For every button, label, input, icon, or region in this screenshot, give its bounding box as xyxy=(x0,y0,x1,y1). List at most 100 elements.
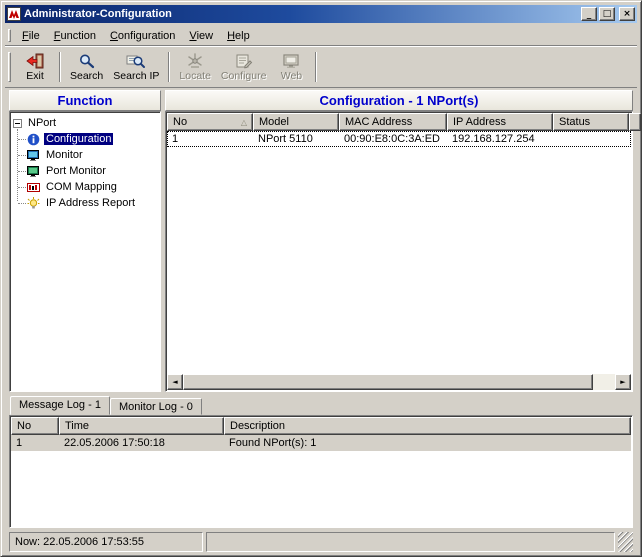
search-ip-button[interactable]: Search IP xyxy=(108,49,164,86)
search-ip-label: Search IP xyxy=(113,70,159,82)
log-tabs: Message Log - 1 Monitor Log - 0 xyxy=(9,396,633,415)
exit-button[interactable]: Exit xyxy=(15,49,55,86)
locate-icon xyxy=(185,53,205,69)
log-description: Found NPort(s): 1 xyxy=(224,436,631,450)
toolbar-grip[interactable] xyxy=(8,52,11,82)
web-button: Web xyxy=(271,49,311,86)
main-row: Function NPort xyxy=(9,90,633,392)
device-row[interactable]: 1 NPort 5110 00:90:E8:0C:3A:ED 192.168.1… xyxy=(167,131,631,147)
configuration-info-icon xyxy=(27,133,40,146)
tree-label-configuration: Configuration xyxy=(44,133,113,145)
tree-item-configuration[interactable]: Configuration xyxy=(27,131,158,147)
monitor-icon xyxy=(27,149,40,162)
configuration-panel-title: Configuration - 1 NPort(s) xyxy=(320,93,479,108)
scrollbar-track[interactable] xyxy=(593,374,615,390)
tab-monitor-log[interactable]: Monitor Log - 0 xyxy=(110,398,202,415)
device-ip-address: 192.168.127.254 xyxy=(447,132,553,146)
toolbar-separator xyxy=(315,52,317,82)
function-panel: Function NPort xyxy=(9,90,161,392)
scroll-right-button[interactable]: ► xyxy=(615,374,631,390)
window-title: Administrator-Configuration xyxy=(24,8,581,20)
device-mac-address: 00:90:E8:0C:3A:ED xyxy=(339,132,447,146)
configure-icon xyxy=(234,53,254,69)
locate-button: Locate xyxy=(174,49,216,86)
column-header-no[interactable]: No △ xyxy=(167,113,253,131)
function-panel-header: Function xyxy=(9,90,161,111)
status-bar: Now: 22.05.2006 17:53:55 xyxy=(9,532,633,552)
tree-collapse-icon[interactable] xyxy=(13,119,22,128)
log-column-header-time[interactable]: Time xyxy=(59,417,224,435)
column-header-model[interactable]: Model xyxy=(253,113,339,131)
app-window: Administrator-Configuration _ □ × File F… xyxy=(0,0,642,557)
column-header-status[interactable]: Status xyxy=(553,113,629,131)
window-controls: _ □ × xyxy=(581,7,635,21)
tree-item-com-mapping[interactable]: COM Mapping xyxy=(27,179,158,195)
log-column-header-description[interactable]: Description xyxy=(224,417,631,435)
tree-item-port-monitor[interactable]: Port Monitor xyxy=(27,163,158,179)
tree-label-ip-address-report: IP Address Report xyxy=(44,197,137,209)
tree-children: Configuration Monito xyxy=(13,131,158,211)
tree-label-port-monitor: Port Monitor xyxy=(44,165,108,177)
column-header-mac-address[interactable]: MAC Address xyxy=(339,113,447,131)
menu-view[interactable]: View xyxy=(182,28,220,44)
column-ip-label: IP Address xyxy=(453,116,506,128)
log-panel: Message Log - 1 Monitor Log - 0 No Time … xyxy=(9,396,633,528)
toolbar: Exit Search Search xyxy=(5,46,637,88)
log-time: 22.05.2006 17:50:18 xyxy=(59,436,224,450)
device-table-header: No △ Model MAC Address IP Address xyxy=(167,113,631,131)
tree-label-monitor: Monitor xyxy=(44,149,85,161)
column-status-label: Status xyxy=(559,116,590,128)
tree-item-ip-address-report[interactable]: IP Address Report xyxy=(27,195,158,211)
menu-configuration[interactable]: Configuration xyxy=(103,28,182,44)
tab-message-log[interactable]: Message Log - 1 xyxy=(10,396,110,415)
exit-icon xyxy=(25,53,45,69)
search-ip-icon xyxy=(126,53,146,69)
resize-grip[interactable] xyxy=(618,532,633,552)
search-icon xyxy=(77,53,97,69)
log-no: 1 xyxy=(11,436,59,450)
menubar: File Function Configuration View Help xyxy=(5,26,637,46)
horizontal-scrollbar[interactable]: ◄ ► xyxy=(167,374,631,390)
function-tree: NPort Configuration xyxy=(9,111,161,392)
column-mac-label: MAC Address xyxy=(345,116,412,128)
device-status xyxy=(553,138,629,140)
com-mapping-icon xyxy=(27,181,40,194)
log-column-description-label: Description xyxy=(230,420,285,432)
scroll-left-button[interactable]: ◄ xyxy=(167,374,183,390)
configure-button: Configure xyxy=(216,49,272,86)
menu-file[interactable]: File xyxy=(15,28,47,44)
function-panel-title: Function xyxy=(58,93,113,108)
locate-label: Locate xyxy=(179,70,211,82)
configuration-panel-header: Configuration - 1 NPort(s) xyxy=(165,90,633,111)
log-column-header-no[interactable]: No xyxy=(11,417,59,435)
log-table-body: 1 22.05.2006 17:50:18 Found NPort(s): 1 xyxy=(11,435,631,526)
titlebar: Administrator-Configuration _ □ × xyxy=(5,5,637,23)
tree-root-nport[interactable]: NPort xyxy=(26,117,58,129)
column-no-label: No xyxy=(173,116,187,128)
menubar-grip[interactable] xyxy=(8,29,11,42)
status-time-panel: Now: 22.05.2006 17:53:55 xyxy=(9,532,203,552)
maximize-button[interactable]: □ xyxy=(599,7,615,21)
ip-address-report-bulb-icon xyxy=(27,197,40,210)
device-model: NPort 5110 xyxy=(253,132,339,146)
scrollbar-thumb[interactable] xyxy=(183,374,593,390)
tree-label-com-mapping: COM Mapping xyxy=(44,181,119,193)
column-header-filler xyxy=(629,113,641,131)
column-header-ip-address[interactable]: IP Address xyxy=(447,113,553,131)
log-column-no-label: No xyxy=(17,420,31,432)
close-button[interactable]: × xyxy=(619,7,635,21)
device-table-body: 1 NPort 5110 00:90:E8:0C:3A:ED 192.168.1… xyxy=(167,131,631,374)
log-row[interactable]: 1 22.05.2006 17:50:18 Found NPort(s): 1 xyxy=(11,435,631,451)
minimize-button[interactable]: _ xyxy=(581,7,597,21)
menu-help[interactable]: Help xyxy=(220,28,257,44)
column-model-label: Model xyxy=(259,116,289,128)
search-button[interactable]: Search xyxy=(65,49,108,86)
configuration-panel: Configuration - 1 NPort(s) No △ Model MA… xyxy=(165,90,633,392)
menu-function[interactable]: Function xyxy=(47,28,103,44)
port-monitor-icon xyxy=(27,165,40,178)
toolbar-separator xyxy=(168,52,170,82)
log-table: No Time Description 1 22.05.2006 17:50:1… xyxy=(9,415,633,528)
status-time: Now: 22.05.2006 17:53:55 xyxy=(15,536,144,548)
tree-item-monitor[interactable]: Monitor xyxy=(27,147,158,163)
web-icon xyxy=(281,53,301,69)
